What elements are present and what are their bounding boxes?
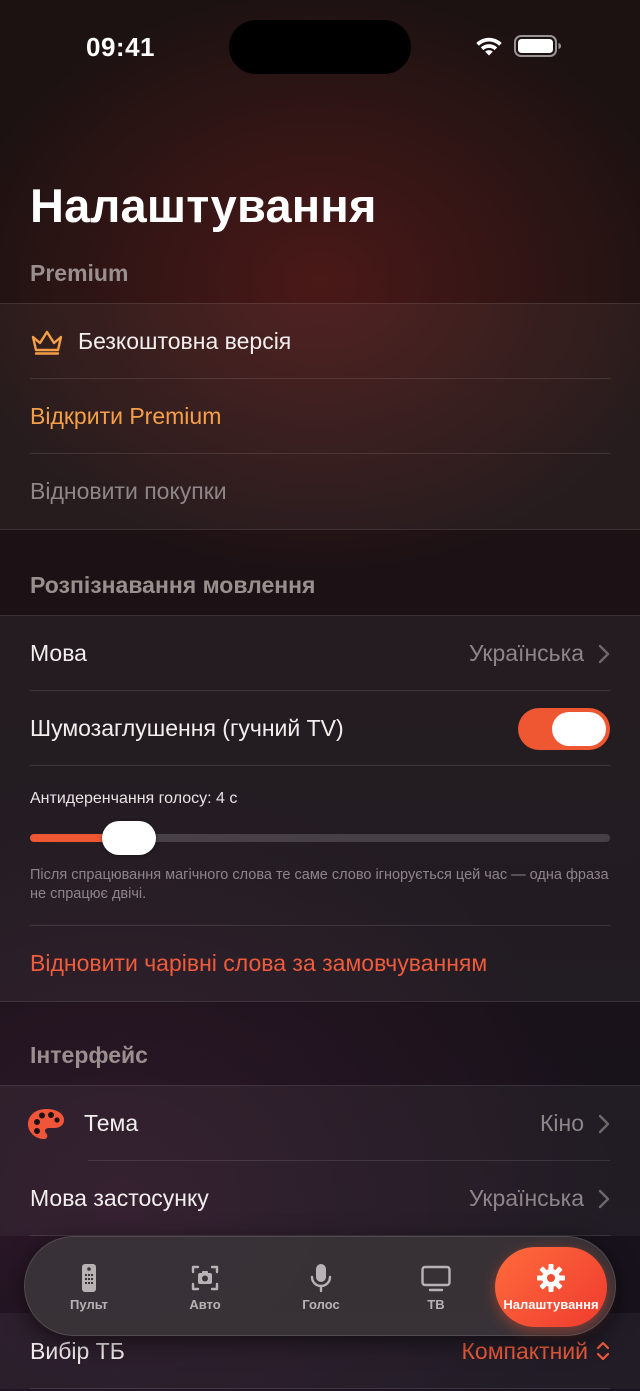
dynamic-island [229,20,411,74]
debounce-slider-block: Антидеренчання голосу: 4 с Після спрацюв… [0,766,640,926]
tab-auto[interactable]: Авто [148,1237,262,1337]
speech-language-row[interactable]: Мова Українська [0,616,640,691]
tab-remote[interactable]: Пульт [32,1237,146,1337]
tab-tv[interactable]: ТВ [379,1237,493,1337]
tab-label: Налаштування [503,1296,599,1312]
tab-label: Голос [302,1296,340,1312]
debounce-note: Після спрацювання магічного слова те сам… [30,867,609,902]
tab-label: Пульт [70,1296,108,1312]
tab-settings[interactable]: Налаштування [495,1247,607,1327]
theme-label: Тема [84,1110,139,1136]
battery-icon [514,35,561,57]
section-header-premium: Premium [30,260,129,286]
page-title: Налаштування [30,179,377,232]
camera-scan-icon [191,1265,219,1290]
chevron-right-icon [598,1114,610,1133]
app-language-value: Українська [468,1185,584,1211]
reset-magic-words-label: Відновити чарівні слова за замовчуванням [30,950,488,976]
chevron-right-icon [598,1189,610,1208]
tab-label: ТВ [427,1296,445,1312]
noise-suppression-row: Шумозаглушення (гучний TV) [0,691,640,766]
tv-icon [421,1265,451,1291]
speech-language-label: Мова [30,640,87,666]
open-premium-label: Відкрити Premium [30,403,222,429]
tab-bar: Пульт Авто Голос ТВ Налаштування [24,1236,616,1336]
restore-purchases-label: Відновити покупки [30,478,227,504]
tab-label: Авто [189,1296,221,1312]
crown-icon [31,330,63,355]
status-bar: 09:41 [0,0,640,96]
tv-choice-value: Компактний [461,1337,589,1364]
speech-language-value: Українська [468,640,584,666]
chevron-up-down-icon [596,1341,610,1361]
interface-group: Тема Кіно Мова застосунку Українська [0,1085,640,1236]
wifi-icon [476,37,502,56]
theme-row[interactable]: Тема Кіно [0,1086,640,1161]
restore-purchases-button[interactable]: Відновити покупки [0,454,640,529]
chevron-right-icon [598,644,610,663]
free-version-row: Безкоштовна версія [0,304,640,379]
microphone-icon [310,1263,332,1292]
status-time: 09:41 [86,32,155,62]
open-premium-button[interactable]: Відкрити Premium [0,379,640,454]
app-language-label: Мова застосунку [30,1185,209,1211]
theme-value: Кіно [539,1110,584,1136]
debounce-label: Антидеренчання голосу: 4 с [30,790,238,807]
free-version-label: Безкоштовна версія [78,328,292,354]
section-header-interface: Інтерфейс [30,1042,148,1068]
tv-choice-label: Вибір ТБ [30,1337,125,1364]
tab-voice[interactable]: Голос [264,1237,378,1337]
remote-icon [82,1263,96,1292]
app-language-row[interactable]: Мова застосунку Українська [0,1161,640,1236]
section-header-speech: Розпізнавання мовлення [30,572,316,598]
gear-icon [537,1263,565,1292]
noise-suppression-label: Шумозаглушення (гучний TV) [30,715,344,741]
palette-icon [28,1108,64,1139]
reset-magic-words-button[interactable]: Відновити чарівні слова за замовчуванням [0,926,640,1001]
noise-suppression-toggle[interactable] [518,707,610,750]
premium-group: Безкоштовна версія Відкрити Premium Відн… [0,303,640,530]
speech-group: Мова Українська Шумозаглушення (гучний T… [0,615,640,1002]
debounce-slider-thumb[interactable] [101,821,156,855]
